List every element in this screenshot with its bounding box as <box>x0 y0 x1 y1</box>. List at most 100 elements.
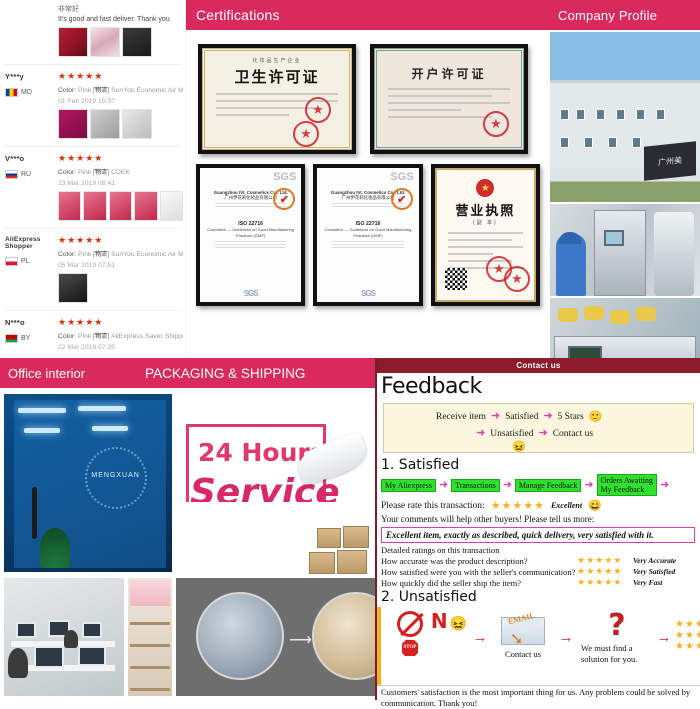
rating-stars: ★★★★★ <box>58 71 104 81</box>
arrow-icon: → <box>472 630 488 647</box>
yellow-stars-strip <box>377 607 381 686</box>
bottom-headers: Office interior PACKAGING & SHIPPING <box>0 358 375 388</box>
review-thumbnail[interactable] <box>90 109 120 139</box>
review-date: 05 Mar 2019 07:51 <box>58 262 116 269</box>
review-meta: Color: Pink 物流 SunYou Economic Air Mail <box>58 85 183 94</box>
step-transactions[interactable]: Transactions <box>451 478 500 492</box>
color-label: Color: <box>58 169 77 176</box>
feedback-title: Feedback <box>381 374 482 399</box>
iso-certificate-image[interactable]: SGS ✔ Guangzhou IVI. Cosmetics Co., Ltd.… <box>313 164 423 306</box>
review-thumbnail[interactable] <box>58 27 88 57</box>
detail-question: How quickly did the seller ship the item… <box>381 577 521 588</box>
reviewer-country: MD <box>21 89 32 96</box>
review-thumbnail[interactable] <box>122 27 152 57</box>
arrow-icon: ➜ <box>438 478 449 491</box>
step-my-aliexpress[interactable]: My Aliexpress <box>381 478 436 492</box>
reviewer-name: N***o <box>5 318 25 327</box>
hygiene-header-cn: 化妆品生产企业 <box>252 58 302 64</box>
review-thumbnail[interactable] <box>83 191 107 221</box>
contact-us-header[interactable]: Contact us <box>377 358 700 373</box>
flow-satisfied: Satisfied <box>505 411 539 422</box>
color-value: Pink <box>78 169 92 176</box>
review-thumbnail[interactable] <box>108 191 133 221</box>
question-mark-icon: ? <box>608 608 626 644</box>
color-label: Color: <box>58 251 77 258</box>
rate-stars[interactable]: ★★★★★ <box>491 499 545 512</box>
iso-scope: Cosmetics — Guidelines on Good Manufactu… <box>207 227 295 238</box>
certificate-row-top: 化妆品生产企业 卫生许可证 ★ ★ 开户许可证 ★ <box>186 30 550 160</box>
bank-license-image[interactable]: 开户许可证 ★ <box>370 44 528 154</box>
bottom-section: Office interior PACKAGING & SHIPPING MEN… <box>0 358 700 708</box>
review-date: 22 Mar 2019 07:35 <box>58 344 116 351</box>
happy-face-icon: 🙂 <box>588 411 603 423</box>
review-item: V***o RU ★★★★★ Color: Pink 物流 CDEK 23 Ma… <box>0 150 185 225</box>
review-item: 非常好 It's good and fast deliver. Thank yo… <box>0 0 185 61</box>
business-license-image[interactable]: ★ 营业执照 (副 本) ★ ★ <box>430 164 540 306</box>
certifications-panel: Certifications 化妆品生产企业 卫生许可证 ★ ★ 开户许可证 ★… <box>186 0 550 358</box>
review-meta: Color: Pink 物流 SunYou Economic Air Mail <box>58 249 183 258</box>
review-thumbnail[interactable] <box>122 109 152 139</box>
review-thumbnails[interactable] <box>58 109 183 139</box>
packaging-shipping-title: PACKAGING & SHIPPING <box>145 365 306 381</box>
shipping-method: CDEK <box>111 169 130 176</box>
divider <box>4 64 181 65</box>
lobby-brand-logo: MENGXUAN <box>91 472 140 480</box>
review-thumbnails[interactable] <box>58 273 183 303</box>
detail-question: How satisfied were you with the seller's… <box>381 566 576 577</box>
arrow-icon: ➜ <box>490 410 501 422</box>
company-profile-title: Company Profile <box>558 7 658 23</box>
top-section: 非常好 It's good and fast deliver. Thank yo… <box>0 0 700 388</box>
step-orders-awaiting[interactable]: Orders Awaiting My Feedback <box>596 474 657 497</box>
reviewer-info: AliExpress Shopper PL <box>5 236 57 266</box>
shipping-method: SunYou Economic Air Mail <box>111 87 183 94</box>
detail-rating-row: How accurate was the product description… <box>377 555 700 566</box>
review-thumbnail[interactable] <box>58 273 88 303</box>
detail-question: How accurate was the product description… <box>381 555 528 566</box>
review-thumbnail[interactable] <box>159 191 184 221</box>
customer-reviews-panel[interactable]: 非常好 It's good and fast deliver. Thank yo… <box>0 0 186 358</box>
grin-face-icon: 😄 <box>588 500 602 513</box>
certifications-title: Certifications <box>196 7 280 23</box>
detail-stars[interactable]: ★★★★★ <box>577 555 633 566</box>
review-thumbnails[interactable] <box>58 27 183 57</box>
color-value: Pink <box>78 87 92 94</box>
reviewer-name: V***o <box>5 154 25 163</box>
review-thumbnails[interactable] <box>58 191 184 221</box>
product-detail-page: 非常好 It's good and fast deliver. Thank yo… <box>0 0 700 708</box>
bubble-wrap-photo <box>196 592 284 680</box>
review-thumbnail[interactable] <box>90 27 120 57</box>
sample-review-quote: Excellent item, exactly as described, qu… <box>381 527 695 544</box>
arrow-icon: ➘ <box>510 631 524 649</box>
office-lobby-photo: MENGXUAN <box>4 394 172 572</box>
flow-contact-us: Contact us <box>552 428 594 439</box>
business-license-title-cn: 营业执照 <box>455 204 516 219</box>
e-cert-icon: ✔ <box>273 188 296 210</box>
arrow-icon: → <box>656 630 672 647</box>
red-seal-icon: ★ <box>503 266 530 292</box>
bank-title-cn: 开户许可证 <box>411 67 487 81</box>
satisfied-heading: 1. Satisfied <box>381 457 460 473</box>
warehouse-boxes-photo <box>176 502 375 578</box>
rate-word: Excellent <box>551 501 583 511</box>
sgs-footer-logo: SGS <box>361 289 376 298</box>
business-license-subtitle-cn: (副 本) <box>472 220 498 226</box>
review-thumbnail[interactable] <box>58 191 82 221</box>
arrow-icon: ⟶ <box>289 632 312 649</box>
prohibition-icon <box>397 611 423 638</box>
packing-process-photo: ⟶ <box>176 578 400 696</box>
detail-stars[interactable]: ★★★★★ <box>577 577 633 588</box>
divider <box>4 146 181 147</box>
hygiene-license-image[interactable]: 化妆品生产企业 卫生许可证 ★ ★ <box>198 44 356 154</box>
reviewer-name: AliExpress Shopper <box>5 236 41 250</box>
divider <box>4 228 181 229</box>
red-seal-icon: ★ <box>305 97 331 123</box>
review-thumbnail[interactable] <box>134 191 158 221</box>
review-thumbnail[interactable] <box>58 109 88 139</box>
feedback-footer-note: Customers' satisfaction is the most impo… <box>377 685 700 709</box>
step-manage-feedback[interactable]: Manage Feedback <box>514 478 582 492</box>
iso-certificate-image[interactable]: SGS ✔ Guangzhou IVI. Cosmetics Co., Ltd.… <box>196 164 306 306</box>
detail-stars[interactable]: ★★★★★ <box>577 566 633 577</box>
stop-sign-icon: STOP <box>401 639 419 658</box>
detail-rating-row: How satisfied were you with the seller's… <box>377 566 700 577</box>
detail-label: Very Accurate <box>633 556 677 566</box>
